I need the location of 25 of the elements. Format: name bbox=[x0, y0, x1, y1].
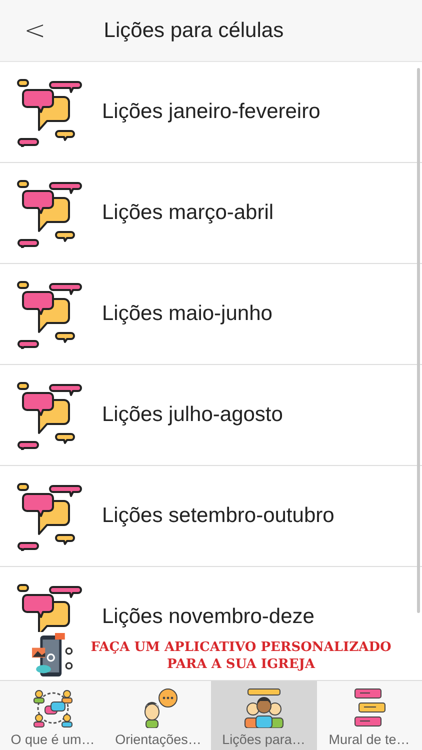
tab[interactable]: O que é um… bbox=[0, 681, 106, 750]
tab-label: Orientações… bbox=[115, 732, 202, 747]
lesson-title: Lições maio-junho bbox=[102, 302, 272, 326]
lesson-title: Lições março-abril bbox=[102, 201, 274, 225]
chat-bubbles-icon bbox=[15, 77, 85, 147]
chat-bubbles-icon bbox=[15, 582, 85, 632]
chat-bubbles-icon bbox=[15, 380, 85, 450]
ad-text: FAÇA UM APLICATIVO PERSONALIZADO PARA A SUA IGREJA bbox=[90, 639, 392, 673]
tab[interactable]: Mural de te… bbox=[316, 681, 422, 750]
chat-bubbles-icon bbox=[15, 279, 85, 349]
lesson-title: Lições julho-agosto bbox=[102, 403, 283, 427]
chat-bubbles-icon bbox=[15, 178, 85, 248]
tab[interactable]: Orientações… bbox=[106, 681, 211, 750]
chat-bubbles-icon bbox=[15, 481, 85, 551]
lesson-title: Lições setembro-outubro bbox=[102, 504, 334, 528]
lesson-title: Lições novembro-deze bbox=[102, 605, 314, 629]
tab[interactable]: Lições para… bbox=[211, 681, 316, 750]
lesson-title: Lições janeiro-fevereiro bbox=[102, 100, 320, 124]
back-button[interactable]: < bbox=[18, 16, 52, 46]
people-chat-icon bbox=[30, 688, 75, 728]
tab-label: O que é um… bbox=[10, 732, 95, 747]
tab-label: Lições para… bbox=[222, 732, 306, 747]
tab-label: Mural de te… bbox=[328, 732, 410, 747]
page-title: Lições para células bbox=[104, 18, 284, 42]
group-people-icon bbox=[242, 688, 286, 728]
